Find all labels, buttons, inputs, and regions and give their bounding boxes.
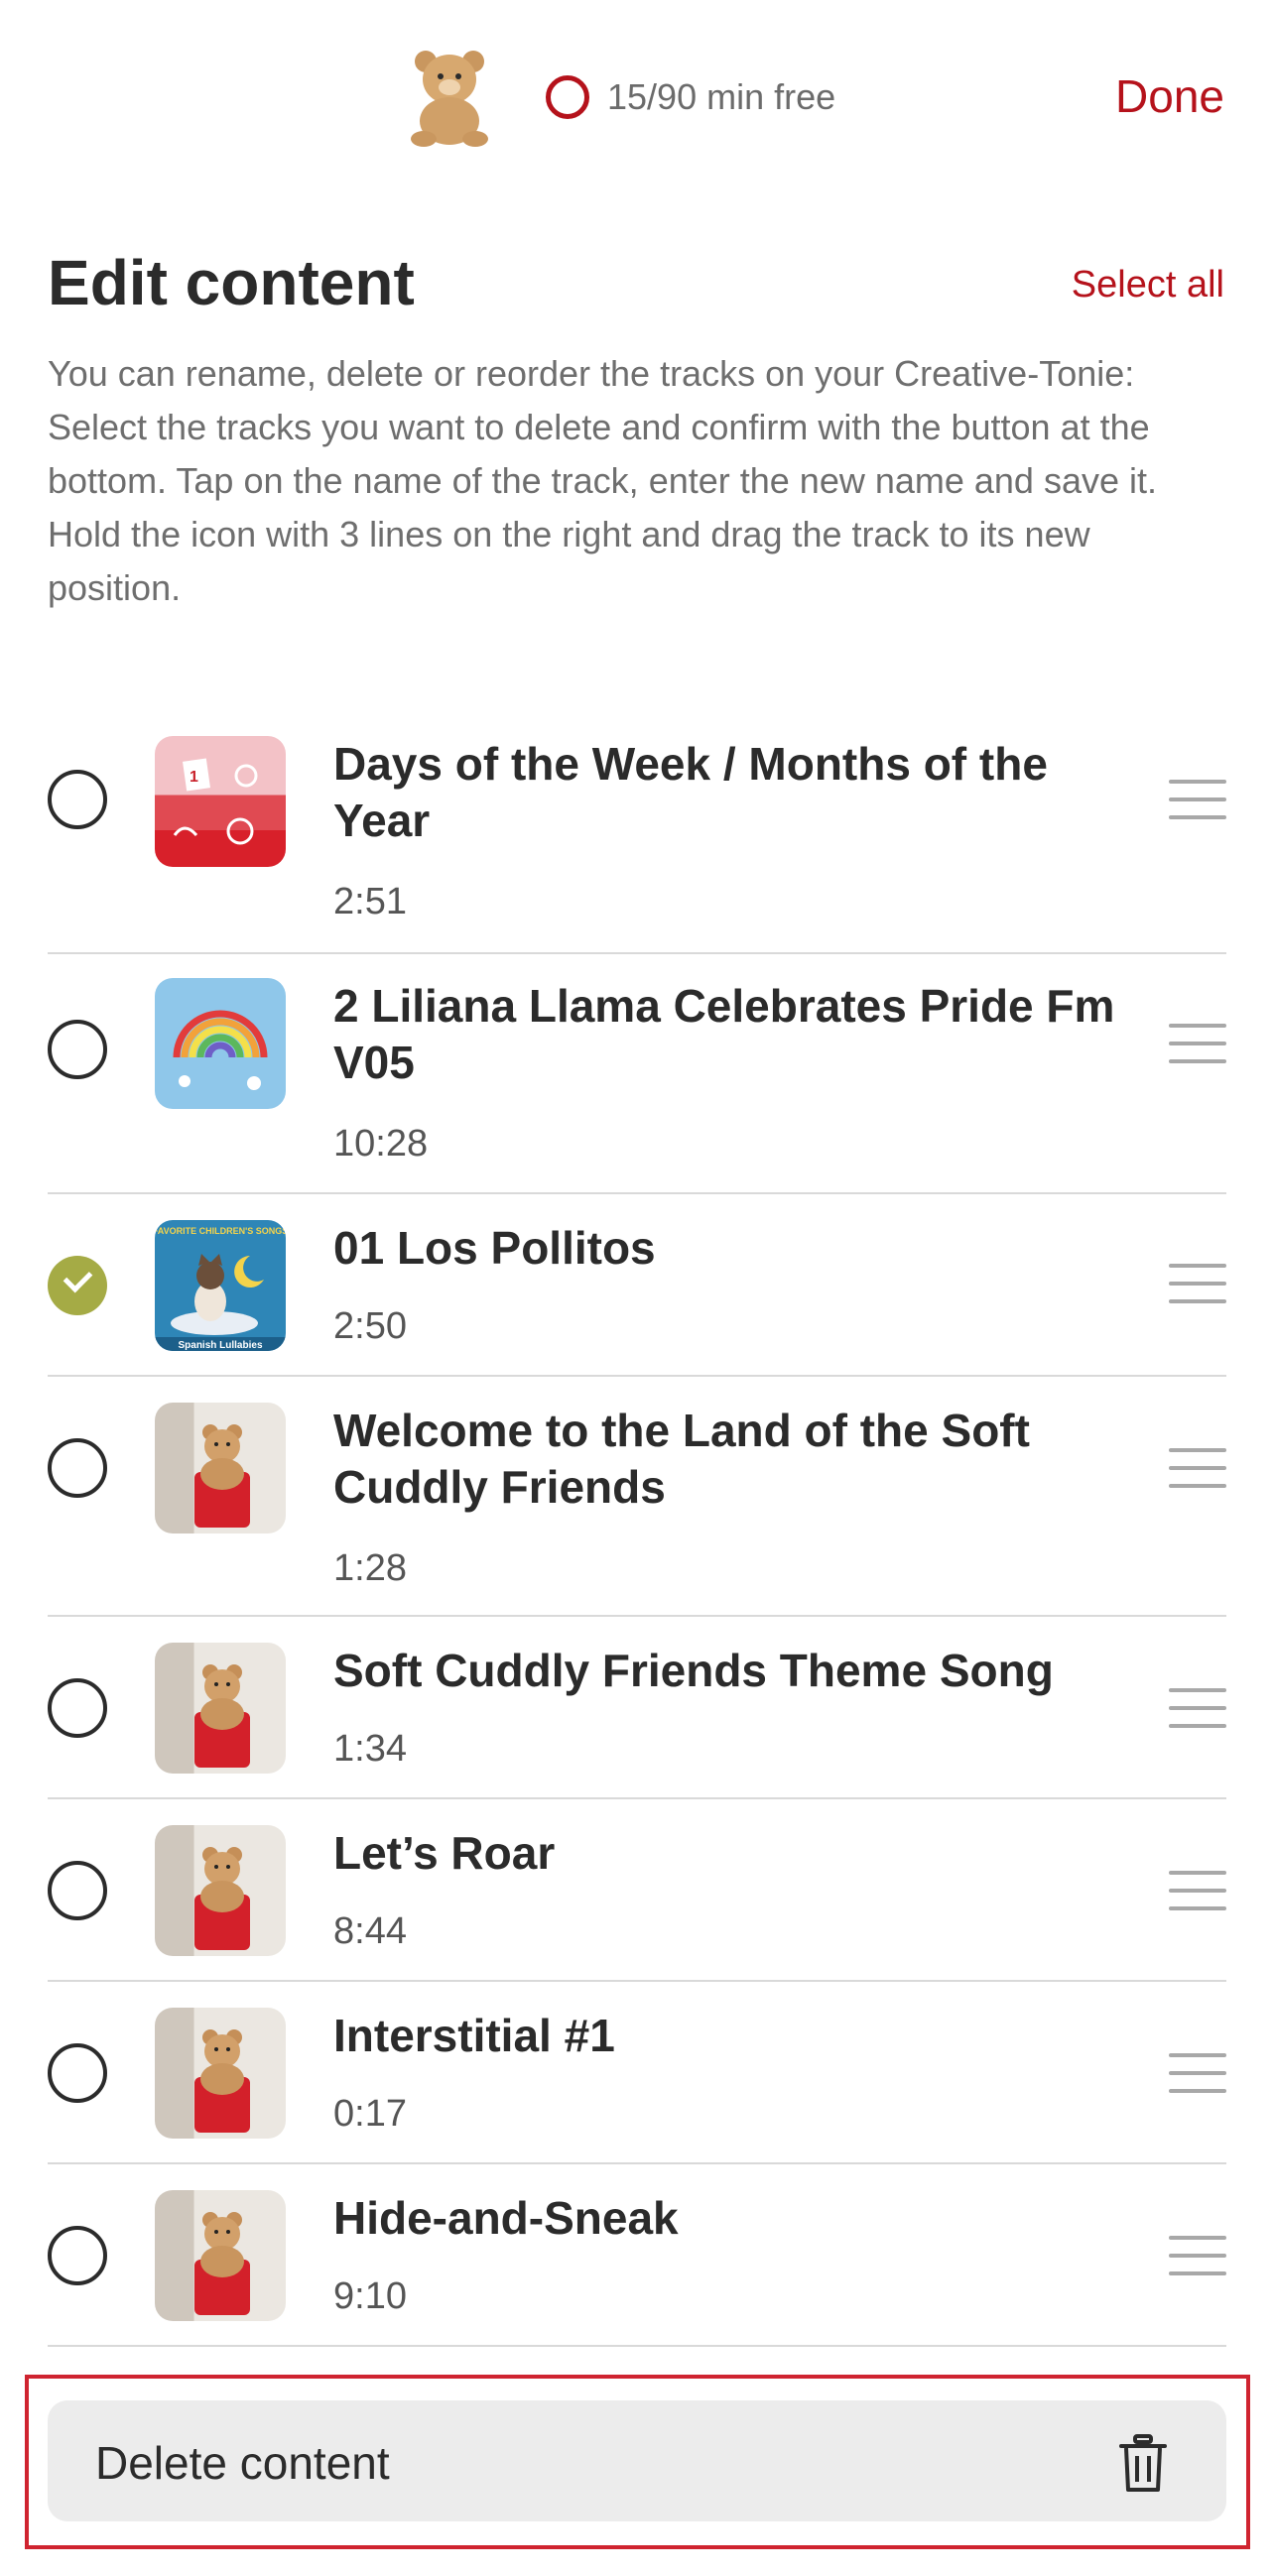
track-row: Soft Cuddly Friends Theme Song 1:34 — [48, 1617, 1226, 1799]
calendar-thumbnail: 1 — [155, 736, 286, 867]
edit-content-sheet: 15/90 min free Done Edit content Select … — [0, 0, 1274, 2576]
delete-content-button[interactable]: Delete content — [48, 2400, 1226, 2521]
drag-handle-icon[interactable] — [1169, 1871, 1226, 1914]
track-title[interactable]: 01 Los Pollitos — [333, 1220, 1147, 1277]
thumbnail-bottom-text: Spanish Lullabies — [178, 1340, 262, 1351]
track-duration: 8:44 — [333, 1910, 407, 1952]
track-duration: 1:28 — [333, 1547, 407, 1589]
track-list: 1 Days of the Week / Months of the Year … — [48, 714, 1226, 2347]
teddy-bear-thumbnail — [155, 2008, 286, 2139]
track-select-checkbox[interactable] — [48, 1256, 107, 1315]
minutes-free-indicator: 15/90 min free — [546, 75, 835, 119]
teddy-bear-thumbnail — [155, 2190, 286, 2321]
drag-handle-icon[interactable] — [1169, 2053, 1226, 2097]
track-row: Welcome to the Land of the Soft Cuddly F… — [48, 1377, 1226, 1617]
instructions-text: You can rename, delete or reorder the tr… — [48, 353, 1158, 608]
drag-handle-icon[interactable] — [1169, 2236, 1226, 2279]
track-row: Hide-and-Sneak 9:10 — [48, 2164, 1226, 2347]
drag-handle-icon[interactable] — [1169, 1688, 1226, 1732]
track-title[interactable]: 2 Liliana Llama Celebrates Pride Fm V05 — [333, 978, 1147, 1091]
track-select-checkbox[interactable] — [48, 1438, 107, 1498]
capacity-ring-icon — [546, 75, 589, 119]
track-select-checkbox[interactable] — [48, 1678, 107, 1738]
teddy-bear-thumbnail — [155, 1825, 286, 1956]
track-duration: 0:17 — [333, 2093, 407, 2135]
teddy-bear-avatar-icon — [411, 51, 488, 147]
lullaby-cat-illustration-icon: FAVORITE CHILDREN'S SONGS Spanish Lullab… — [155, 1226, 286, 1351]
minutes-free-text: 15/90 min free — [607, 76, 836, 117]
teddy-on-toniebox-icon — [194, 1424, 250, 1528]
track-duration: 2:50 — [333, 1305, 407, 1347]
track-row: FAVORITE CHILDREN'S SONGS Spanish Lullab… — [48, 1194, 1226, 1377]
page-title: Edit content — [48, 247, 415, 318]
teddy-on-toniebox-icon — [194, 1664, 250, 1768]
track-duration: 10:28 — [333, 1123, 429, 1165]
delete-content-label: Delete content — [95, 2437, 390, 2489]
teddy-on-toniebox-icon — [194, 1847, 250, 1950]
drag-handle-icon[interactable] — [1169, 1024, 1226, 1067]
drag-handle-icon[interactable] — [1169, 1448, 1226, 1492]
track-title[interactable]: Soft Cuddly Friends Theme Song — [333, 1643, 1147, 1699]
spanish-lullabies-thumbnail: FAVORITE CHILDREN'S SONGS Spanish Lullab… — [155, 1220, 286, 1351]
header: 15/90 min free Done — [0, 0, 1274, 188]
track-select-checkbox[interactable] — [48, 1861, 107, 1920]
teddy-on-toniebox-icon — [194, 2029, 250, 2133]
drag-handle-icon[interactable] — [1169, 780, 1226, 823]
select-all-button[interactable]: Select all — [1072, 264, 1224, 307]
track-select-checkbox[interactable] — [48, 2043, 107, 2103]
track-row: 1 Days of the Week / Months of the Year … — [48, 714, 1226, 954]
track-row: Interstitial #1 0:17 — [48, 1982, 1226, 2164]
teddy-bear-thumbnail — [155, 1643, 286, 1774]
track-title[interactable]: Let’s Roar — [333, 1825, 1147, 1882]
track-duration: 2:51 — [333, 881, 407, 922]
rainbow-thumbnail — [155, 978, 286, 1109]
track-title[interactable]: Interstitial #1 — [333, 2008, 1147, 2064]
track-row: 2 Liliana Llama Celebrates Pride Fm V05 … — [48, 954, 1226, 1194]
teddy-bear-thumbnail — [155, 1403, 286, 1533]
track-duration: 1:34 — [333, 1728, 407, 1770]
track-select-checkbox[interactable] — [48, 770, 107, 829]
track-title[interactable]: Hide-and-Sneak — [333, 2190, 1147, 2247]
svg-text:1: 1 — [190, 769, 198, 786]
rainbow-illustration-icon — [173, 1010, 268, 1090]
track-select-checkbox[interactable] — [48, 1020, 107, 1079]
done-button[interactable]: Done — [1115, 69, 1224, 123]
track-row: Let’s Roar 8:44 — [48, 1799, 1226, 1982]
thumbnail-top-text: FAVORITE CHILDREN'S SONGS — [155, 1226, 286, 1236]
drag-handle-icon[interactable] — [1169, 1264, 1226, 1307]
track-select-checkbox[interactable] — [48, 2226, 107, 2285]
calendar-illustration-icon: 1 — [173, 758, 258, 845]
track-duration: 9:10 — [333, 2275, 407, 2317]
trash-icon — [1119, 2434, 1167, 2492]
track-title[interactable]: Welcome to the Land of the Soft Cuddly F… — [333, 1403, 1147, 1516]
track-title[interactable]: Days of the Week / Months of the Year — [333, 736, 1147, 849]
teddy-on-toniebox-icon — [194, 2212, 250, 2315]
